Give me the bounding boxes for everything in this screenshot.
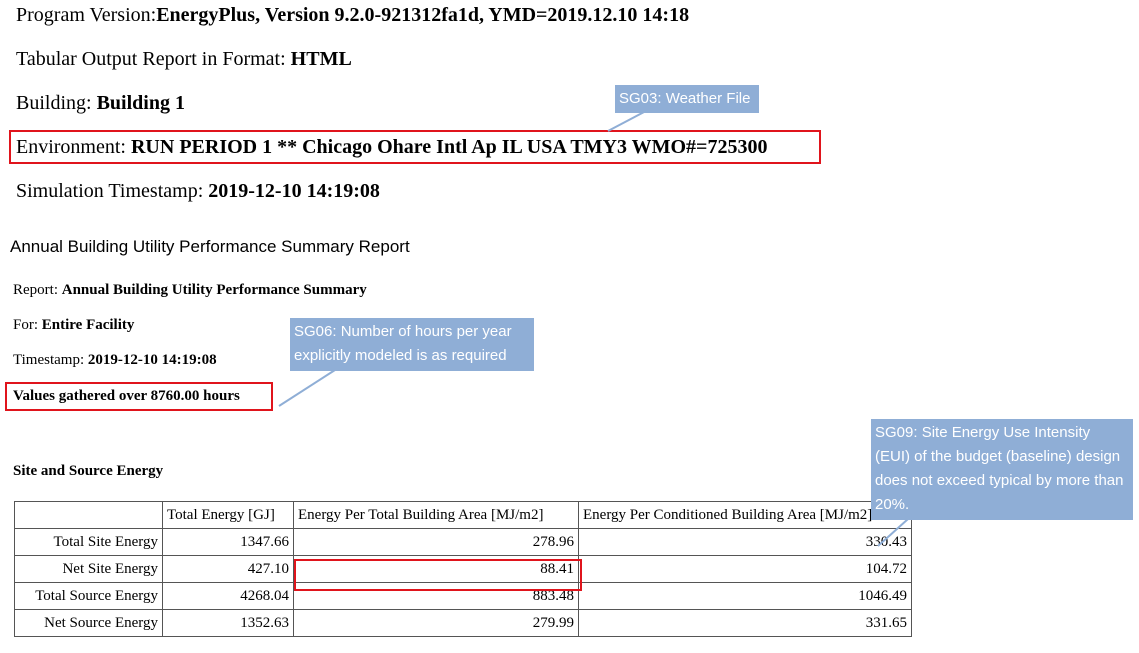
sg03-callout: SG03: Weather File xyxy=(615,85,759,113)
sg03-connector-line xyxy=(607,110,647,132)
sg09-callout: SG09: Site Energy Use Intensity (EUI) of… xyxy=(871,419,1133,520)
sg06-callout: SG06: Number of hours per year explicitl… xyxy=(290,318,534,371)
sg09-connector-line xyxy=(877,518,909,547)
callout-connectors xyxy=(278,110,909,547)
sg06-connector-line xyxy=(278,369,336,407)
